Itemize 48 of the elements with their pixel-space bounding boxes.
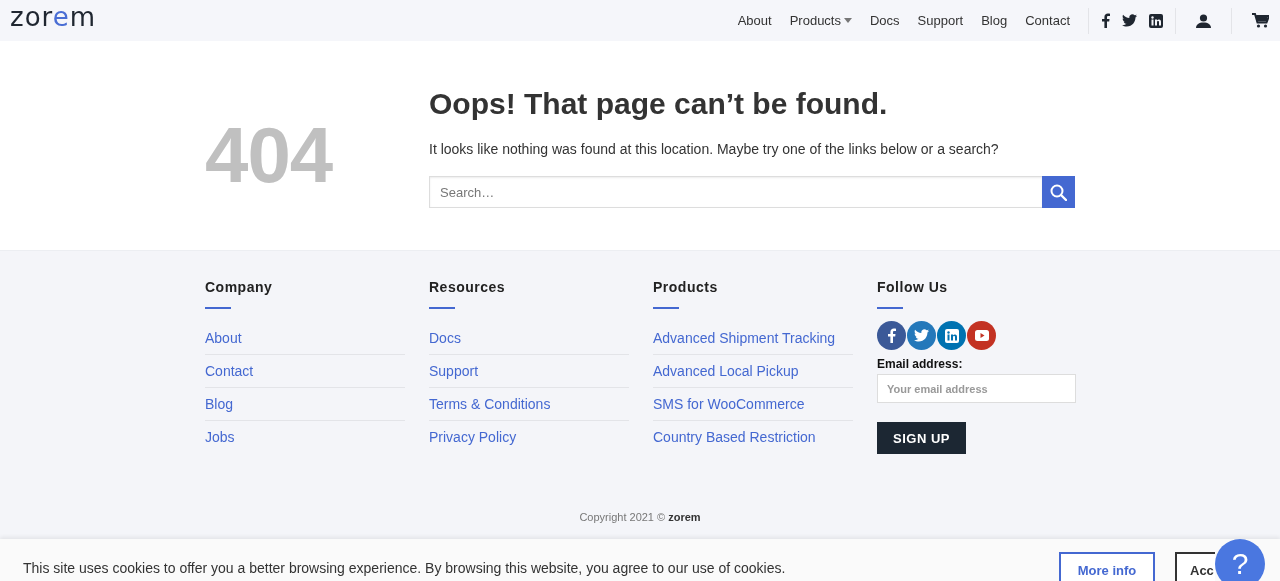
footer-link[interactable]: Advanced Shipment Tracking	[653, 330, 836, 346]
search-icon	[1050, 183, 1067, 201]
social-button[interactable]	[907, 321, 936, 350]
cart-icon[interactable]	[1252, 13, 1269, 28]
footer-link[interactable]: Blog	[205, 396, 234, 412]
footer-link[interactable]: Jobs	[205, 429, 235, 445]
footer-heading: Follow Us	[877, 279, 949, 295]
footer-heading: Company	[205, 279, 274, 295]
nav-link[interactable]: Products	[789, 13, 852, 28]
nav-link[interactable]: Contact	[1025, 13, 1070, 28]
linkedin-icon[interactable]	[1149, 13, 1163, 28]
facebook-icon[interactable]	[887, 328, 896, 343]
footer-link[interactable]: Terms & Conditions	[429, 396, 551, 412]
nav-link[interactable]: Support	[917, 13, 964, 28]
footer-link[interactable]: Advanced Local Pickup	[653, 363, 799, 379]
facebook-icon[interactable]	[1101, 13, 1110, 28]
more-info-button[interactable]: More info	[1059, 552, 1155, 581]
social-button[interactable]	[877, 321, 906, 350]
copyright-text: Copyright 2021 © zorem	[578, 510, 702, 523]
footer-link[interactable]: About	[205, 330, 242, 346]
nav-link[interactable]: Blog	[981, 13, 1008, 28]
footer-link[interactable]: SMS for WooCommerce	[653, 396, 805, 412]
error-title: Oops! That page can’t be found.	[429, 86, 889, 122]
nav-link[interactable]: Docs	[870, 13, 900, 28]
email-field[interactable]: Your email address	[877, 374, 1076, 403]
cookie-message: This site uses cookies to offer you a better browsing experience. By browsing this website, you agree to our use of cookies.	[23, 560, 786, 576]
nav-link[interactable]: About	[737, 13, 772, 28]
footer-link[interactable]: Support	[429, 363, 479, 379]
twitter-icon[interactable]	[1122, 14, 1137, 27]
error-code: 404	[205, 110, 334, 194]
footer-heading: Resources	[429, 279, 507, 295]
footer-heading: Products	[653, 279, 719, 295]
help-button[interactable]: ?	[1215, 539, 1265, 581]
footer-link[interactable]: Country Based Restriction	[653, 429, 816, 445]
sign-up-button[interactable]: SIGN UP	[877, 422, 966, 454]
footer-link[interactable]: Privacy Policy	[429, 429, 517, 445]
user-icon[interactable]	[1196, 13, 1211, 28]
email-label: Email address:	[877, 357, 964, 371]
error-message: It looks like nothing was found at this location. Maybe try one of the links below or a search?	[429, 141, 1000, 157]
social-button[interactable]	[967, 321, 996, 350]
footer-link[interactable]: Contact	[205, 363, 254, 379]
search-field[interactable]: Search…	[429, 176, 1042, 208]
logo[interactable]: zorem	[10, 3, 96, 30]
footer-link[interactable]: Docs	[429, 330, 461, 346]
youtube-icon[interactable]	[974, 330, 989, 341]
accept-button[interactable]: Acc	[1175, 552, 1215, 581]
social-button[interactable]	[937, 321, 966, 350]
search-button[interactable]	[1042, 176, 1075, 208]
